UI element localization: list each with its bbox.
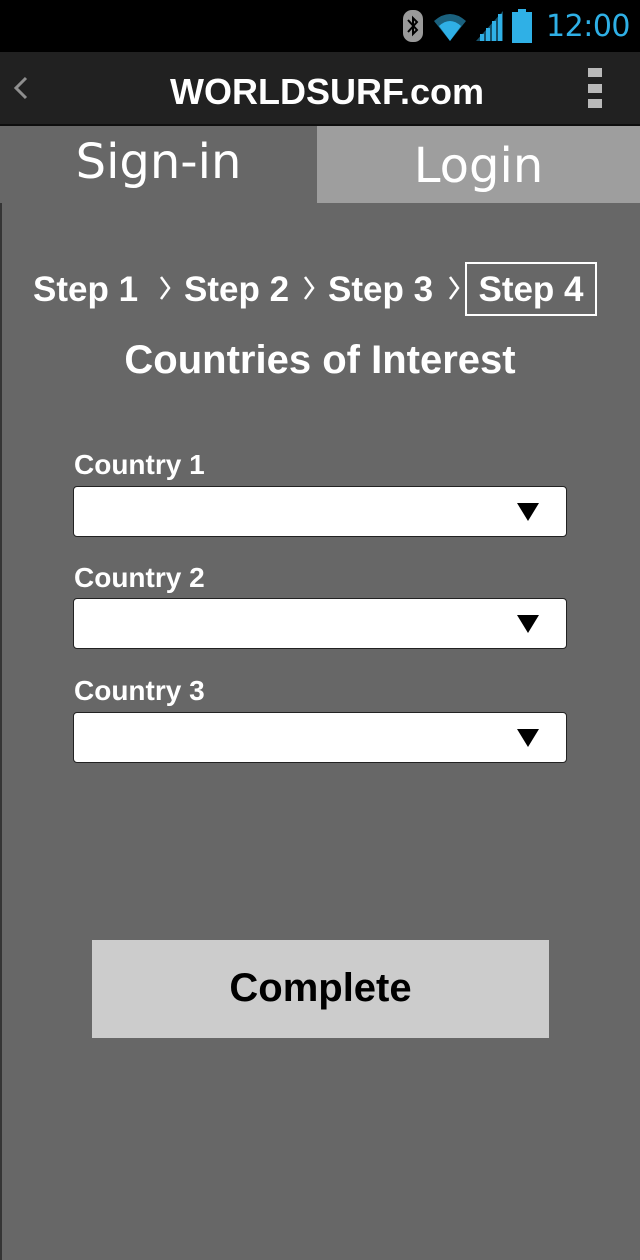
app-title: WORLDSURF.com: [170, 71, 484, 112]
action-bar: WORLDSURF.com: [0, 52, 640, 126]
status-bar: 12:00: [0, 0, 640, 52]
battery-icon: [512, 9, 533, 43]
page-title: Countries of Interest: [124, 338, 516, 382]
tab-login[interactable]: Login: [317, 126, 640, 203]
step-indicator: Step 1 Step 2 Step 3 Step 4: [0, 262, 640, 318]
status-icons: 12:00: [402, 0, 630, 52]
chevron-right-icon: [159, 276, 171, 300]
signal-icon: [476, 10, 504, 42]
country-3-select[interactable]: [73, 712, 567, 763]
tab-sign-in[interactable]: Sign-in: [0, 126, 317, 203]
country-2-select[interactable]: [73, 598, 567, 649]
country-1-select[interactable]: [73, 486, 567, 537]
step-1: Step 1: [33, 270, 139, 309]
step-4-current: Step 4: [465, 262, 597, 316]
wifi-icon: [432, 10, 468, 42]
country-3-label: Country 3: [74, 675, 205, 706]
chevron-right-icon: [303, 276, 315, 300]
country-2-label: Country 2: [74, 562, 205, 593]
chevron-right-icon: [448, 276, 460, 300]
country-1-label: Country 1: [74, 449, 205, 480]
status-clock: 12:00: [546, 8, 630, 44]
app-screen: 12:00 WORLDSURF.com Sign-in Login Step 1…: [0, 0, 640, 1260]
dropdown-arrow-icon: [517, 503, 539, 521]
bluetooth-icon: [402, 9, 424, 43]
complete-button[interactable]: Complete: [92, 940, 549, 1038]
overflow-menu-icon[interactable]: [588, 68, 602, 108]
step-2: Step 2: [184, 270, 290, 309]
dropdown-arrow-icon: [517, 729, 539, 747]
step-3: Step 3: [328, 270, 434, 309]
back-chevron-icon[interactable]: [8, 70, 32, 106]
dropdown-arrow-icon: [517, 615, 539, 633]
